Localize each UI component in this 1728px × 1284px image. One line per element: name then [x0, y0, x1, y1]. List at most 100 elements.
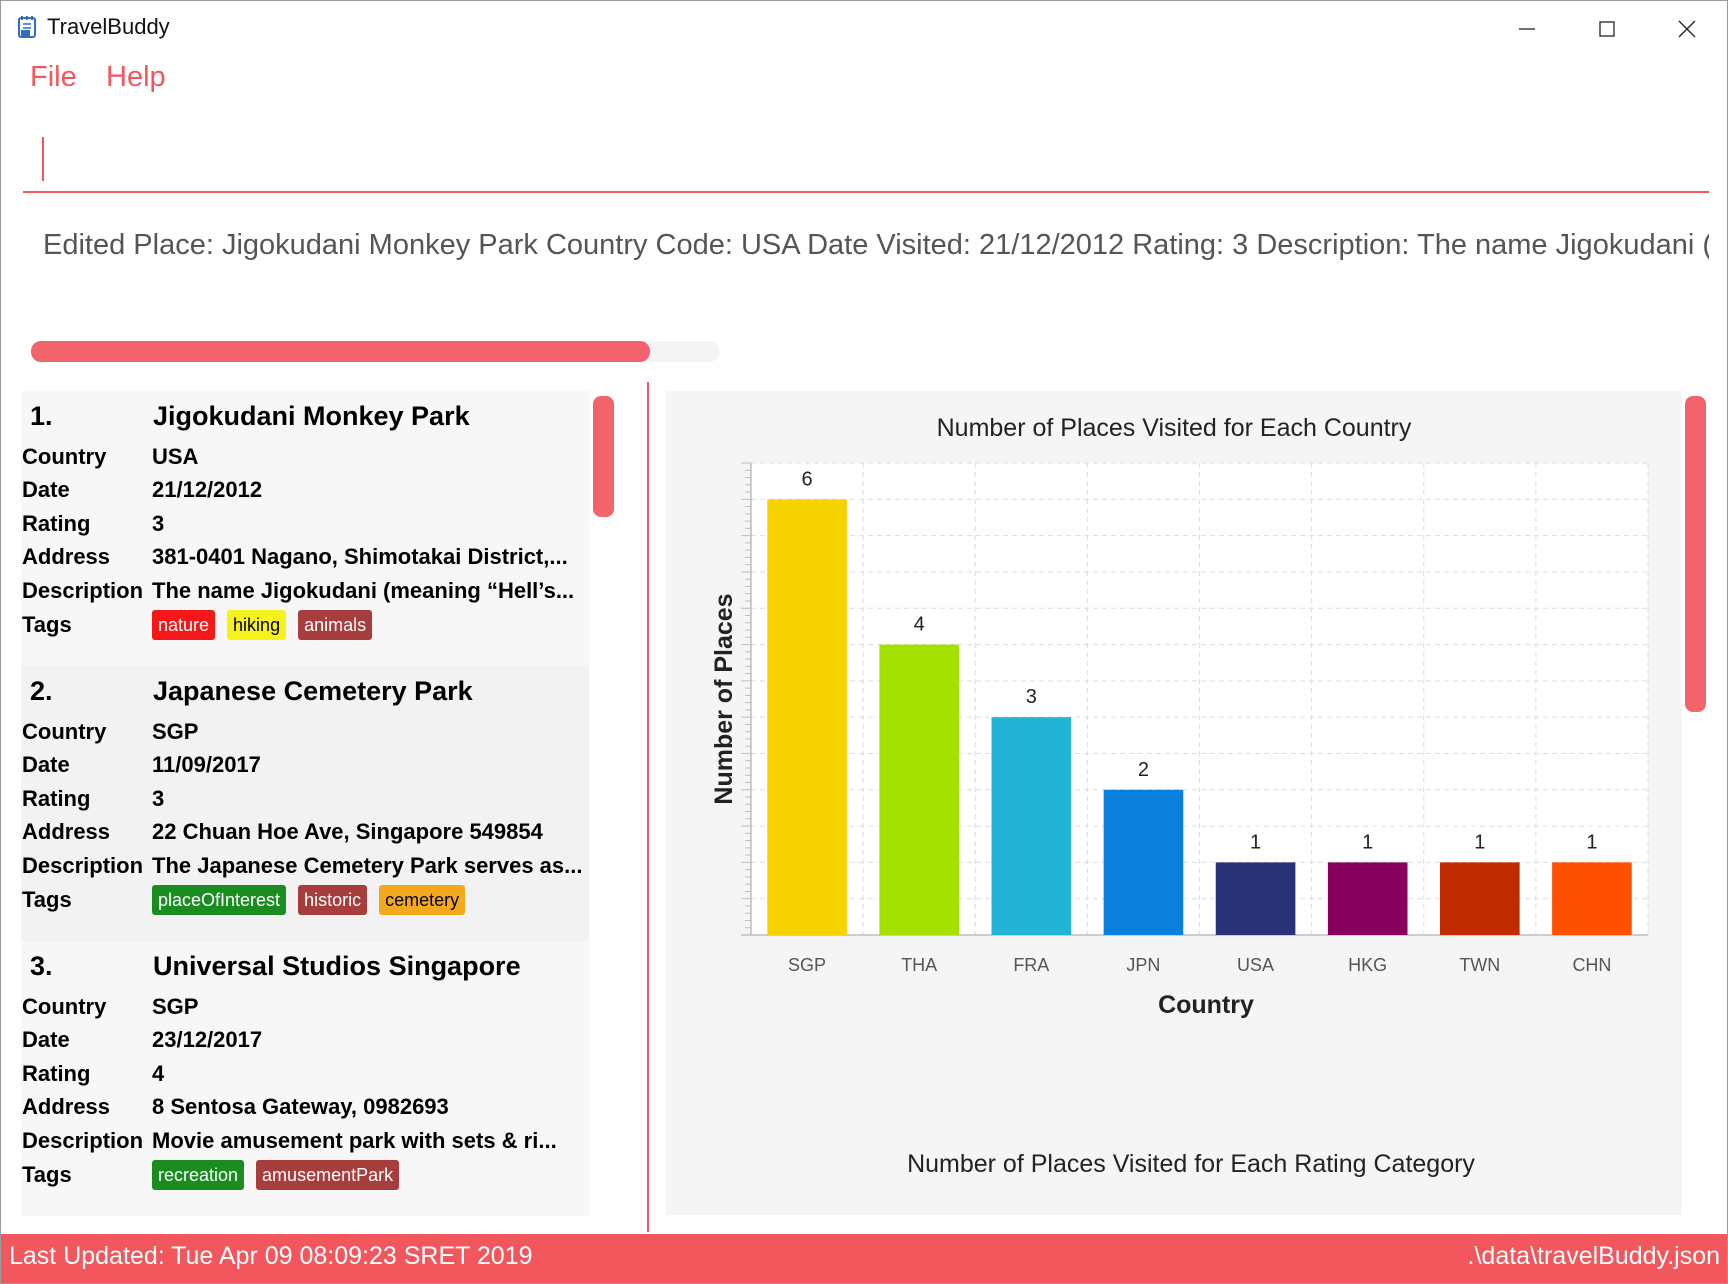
- data-label-jpn: 2: [1138, 759, 1149, 781]
- list-scrollbar-thumb[interactable]: [593, 396, 614, 517]
- data-label-sgp: 6: [802, 468, 813, 490]
- x-tick-label: TWN: [1459, 955, 1500, 975]
- place-index: 2.: [30, 676, 53, 706]
- bar-jpn: [1103, 789, 1184, 935]
- tag-list: recreation amusementPark: [152, 1160, 400, 1190]
- tag: hiking: [227, 610, 287, 640]
- field-label-address: Address: [22, 1094, 111, 1119]
- place-card[interactable]: 2. Japanese Cemetery Park Country Date Ratin…: [21, 666, 589, 941]
- tag: placeOfInterest: [152, 885, 287, 915]
- x-tick-label: THA: [901, 955, 937, 975]
- text-caret: [42, 137, 44, 181]
- place-list[interactable]: 1. Jigokudani Monkey Park Country Date Ratin…: [21, 391, 591, 1216]
- bar-sgp: [767, 499, 847, 935]
- menu-file[interactable]: File: [30, 61, 77, 94]
- field-label-rating: Rating: [22, 1061, 91, 1086]
- place-country: USA: [152, 444, 199, 469]
- x-tick-label: HKG: [1348, 955, 1387, 975]
- chart-scrollbar-thumb[interactable]: [1685, 396, 1706, 712]
- menu-help[interactable]: Help: [106, 61, 166, 94]
- field-label-tags: Tags: [22, 612, 72, 637]
- field-label-rating: Rating: [22, 511, 91, 536]
- close-button[interactable]: [1647, 1, 1727, 56]
- data-label-twn: 1: [1474, 831, 1485, 853]
- bar-twn: [1440, 862, 1520, 935]
- command-box[interactable]: [23, 129, 1709, 193]
- place-name: Jigokudani Monkey Park: [153, 401, 470, 431]
- place-address: 22 Chuan Hoe Ave, Singapore 549854: [152, 819, 543, 844]
- place-description: The Japanese Cemetery Park serves as...: [152, 853, 583, 878]
- chart-svg: 6 SGP 4 THA 3 FRA 2 JPN 1 USA 1 HKG 1 TWN 1 CHN Number o…: [710, 414, 1649, 1178]
- data-label-hkg: 1: [1362, 831, 1373, 853]
- panel-divider[interactable]: [647, 382, 649, 1232]
- x-tick-label: JPN: [1126, 955, 1160, 975]
- x-tick-label: FRA: [1013, 955, 1049, 975]
- bar-hkg: [1327, 862, 1408, 935]
- field-label-description: Description: [22, 1128, 144, 1153]
- x-tick-label: USA: [1237, 955, 1274, 975]
- tag: cemetery: [379, 885, 466, 915]
- tag-list: nature hiking animals: [152, 610, 373, 640]
- tag: nature: [152, 610, 216, 640]
- bar-fra: [991, 717, 1072, 935]
- bar-tha: [879, 644, 959, 935]
- second-chart-title: Number of Places Visited for Each Rating…: [907, 1150, 1475, 1178]
- field-label-country: Country: [22, 444, 107, 469]
- chart-panel: 6 SGP 4 THA 3 FRA 2 JPN 1 USA 1 HKG 1 TWN 1 CHN Number o…: [666, 391, 1682, 1215]
- place-country: SGP: [152, 994, 199, 1019]
- result-display: Edited Place: Jigokudani Monkey Park Cou…: [43, 229, 1709, 261]
- field-label-rating: Rating: [22, 786, 91, 811]
- place-description: Movie amusement park with sets & ri...: [152, 1128, 557, 1153]
- field-label-description: Description: [22, 853, 144, 878]
- status-bar: Last Updated: Tue Apr 09 08:09:23 SRET 2…: [1, 1234, 1727, 1283]
- field-label-tags: Tags: [22, 887, 72, 912]
- place-rating: 3: [152, 511, 165, 536]
- field-label-description: Description: [22, 578, 144, 603]
- tag: recreation: [152, 1160, 245, 1190]
- app-window: TravelBuddy File Help Edited Place: Jigo…: [0, 0, 1728, 1284]
- place-index: 3.: [30, 951, 53, 981]
- tag: animals: [298, 610, 373, 640]
- data-label-fra: 3: [1026, 686, 1037, 708]
- place-date: 21/12/2012: [152, 477, 263, 502]
- progress-bar: [31, 341, 719, 362]
- field-label-address: Address: [22, 819, 111, 844]
- x-tick-label: SGP: [788, 955, 826, 975]
- x-axis-label: Country: [1158, 991, 1254, 1019]
- data-label-chn: 1: [1586, 831, 1597, 853]
- field-label-country: Country: [22, 719, 107, 744]
- place-name: Universal Studios Singapore: [153, 951, 521, 981]
- field-label-address: Address: [22, 544, 111, 569]
- tag-list: placeOfInterest historic cemetery: [152, 885, 466, 915]
- place-description: The name Jigokudani (meaning “Hell’s...: [152, 578, 575, 603]
- place-date: 11/09/2017: [152, 752, 261, 777]
- place-address: 8 Sentosa Gateway, 0982693: [152, 1094, 449, 1119]
- place-address: 381-0401 Nagano, Shimotakai District,...: [152, 544, 568, 569]
- place-index: 1.: [30, 401, 53, 431]
- x-tick-label: CHN: [1572, 955, 1611, 975]
- data-label-usa: 1: [1250, 831, 1261, 853]
- last-updated-status: Last Updated: Tue Apr 09 08:09:23 SRET 2…: [9, 1242, 533, 1270]
- place-date: 23/12/2017: [152, 1027, 263, 1052]
- notebook-icon: [16, 15, 38, 39]
- y-axis-label: Number of Places: [710, 593, 738, 804]
- place-rating: 3: [152, 786, 165, 811]
- place-card[interactable]: 3. Universal Studios Singapore Country Date…: [21, 941, 589, 1216]
- tag: historic: [298, 885, 368, 915]
- minimize-icon: [1519, 27, 1535, 30]
- file-path-status: .\data\travelBuddy.json: [1467, 1242, 1720, 1270]
- place-rating: 4: [152, 1061, 165, 1086]
- maximize-button[interactable]: [1567, 1, 1647, 56]
- command-input[interactable]: [47, 135, 1697, 183]
- field-label-tags: Tags: [22, 1162, 72, 1187]
- title-bar[interactable]: TravelBuddy: [1, 1, 1727, 56]
- data-label-tha: 4: [914, 614, 925, 636]
- close-icon: [1678, 20, 1696, 37]
- window-title: TravelBuddy: [47, 14, 170, 39]
- progress-fill: [31, 341, 651, 362]
- chart-title: Number of Places Visited for Each Countr…: [937, 414, 1412, 442]
- place-card[interactable]: 1. Jigokudani Monkey Park Country Date Ratin…: [21, 391, 589, 666]
- field-label-country: Country: [22, 994, 107, 1019]
- tag: amusementPark: [256, 1160, 400, 1190]
- minimize-button[interactable]: [1487, 1, 1567, 56]
